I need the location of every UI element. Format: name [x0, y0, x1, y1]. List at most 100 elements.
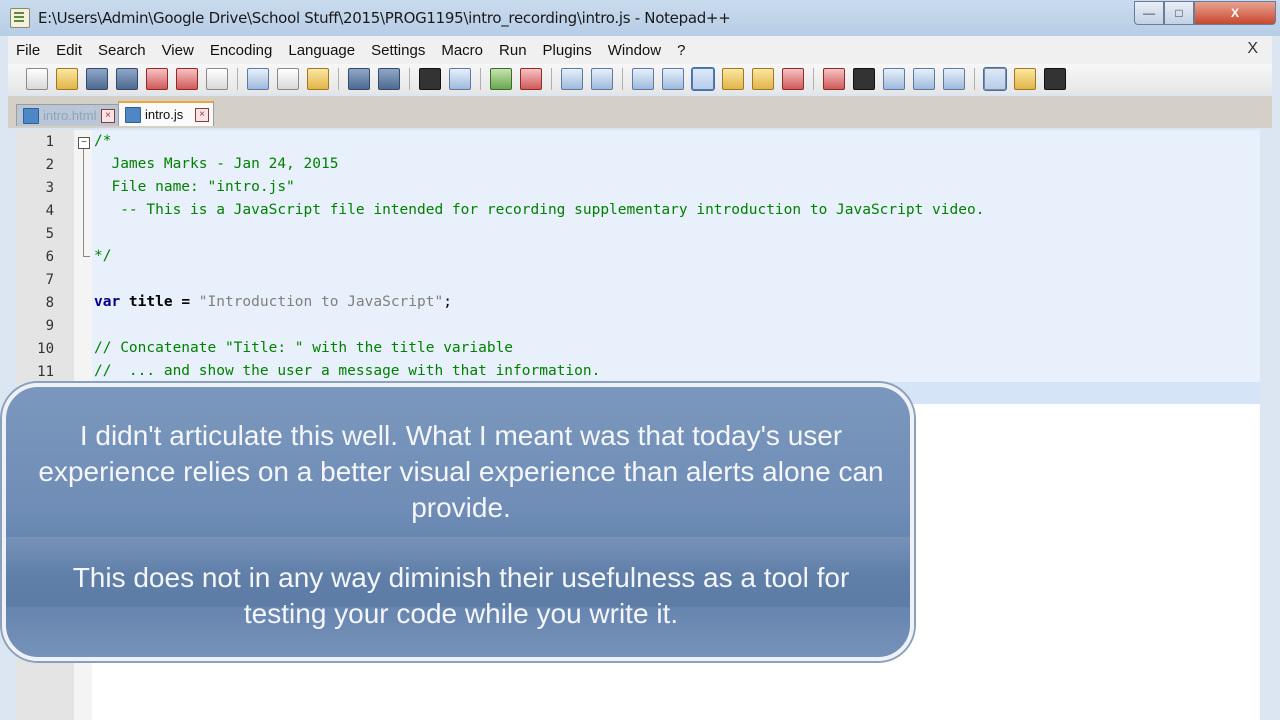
menu-window[interactable]: Window — [600, 42, 669, 59]
menu-file[interactable]: File — [8, 42, 48, 59]
toolbar-separator — [551, 68, 552, 90]
toolbar-separator — [338, 68, 339, 90]
window-title: E:\Users\Admin\Google Drive\School Stuff… — [38, 9, 731, 27]
menu-help[interactable]: ? — [669, 42, 693, 59]
tab-label: intro.js — [145, 107, 184, 122]
keyword-var: var — [94, 294, 121, 310]
maximize-button[interactable]: □ — [1164, 1, 1194, 25]
fold-guide-end — [83, 256, 90, 257]
line-number: 2 — [45, 157, 54, 173]
code-line-var-title: var title = "Introduction to JavaScript"… — [94, 294, 452, 310]
line-number: 5 — [45, 226, 54, 242]
menu-bar: File Edit Search View Encoding Language … — [8, 36, 1272, 64]
menu-view[interactable]: View — [154, 42, 202, 59]
line-number: 1 — [45, 134, 54, 150]
toolbar — [8, 64, 1272, 94]
show-all-chars-icon[interactable] — [662, 68, 684, 90]
annotation-callout: I didn't articulate this well. What I me… — [2, 383, 914, 661]
toolbar-separator — [237, 68, 238, 90]
line-number: 8 — [45, 295, 54, 311]
sync-horizontal-icon[interactable] — [591, 68, 613, 90]
close-file-icon[interactable] — [146, 68, 168, 90]
save-macro-icon[interactable] — [943, 68, 965, 90]
indent-guide-icon[interactable] — [691, 67, 715, 91]
fold-toggle-icon[interactable]: − — [78, 137, 90, 149]
toolbar-separator — [974, 68, 975, 90]
plugin-icon[interactable] — [1044, 68, 1066, 90]
callout-paragraph-1: I didn't articulate this well. What I me… — [38, 420, 884, 523]
copy-icon[interactable] — [277, 68, 299, 90]
play-macro-icon[interactable] — [883, 68, 905, 90]
spell-check-icon[interactable] — [983, 67, 1007, 91]
zoom-out-icon[interactable] — [520, 68, 542, 90]
document-close-button[interactable]: X — [1247, 40, 1258, 58]
code-line: -- This is a JavaScript file intended fo… — [94, 202, 985, 218]
toolbar-separator — [409, 68, 410, 90]
fold-guide — [83, 149, 84, 257]
menu-settings[interactable]: Settings — [363, 42, 433, 59]
line-number: 3 — [45, 180, 54, 196]
undo-icon[interactable] — [348, 68, 370, 90]
notepad-app-icon — [10, 8, 30, 28]
toolbar-separator — [813, 68, 814, 90]
minimize-button[interactable]: — — [1134, 1, 1164, 25]
menu-language[interactable]: Language — [280, 42, 363, 59]
stop-macro-icon[interactable] — [853, 68, 875, 90]
window-close-button[interactable]: X — [1194, 1, 1276, 25]
tab-intro-js[interactable]: intro.js × — [118, 101, 214, 126]
print-icon[interactable] — [206, 68, 228, 90]
code-line: // Concatenate "Title: " with the title … — [94, 340, 514, 356]
replace-icon[interactable] — [449, 68, 471, 90]
sync-vertical-icon[interactable] — [561, 68, 583, 90]
open-file-icon[interactable] — [56, 68, 78, 90]
zoom-in-icon[interactable] — [490, 68, 512, 90]
callout-paragraph-2: This does not in any way diminish their … — [72, 562, 850, 629]
menu-plugins[interactable]: Plugins — [535, 42, 600, 59]
tab-strip: intro.html × intro.js × — [8, 96, 1272, 128]
code-line: /* — [94, 133, 112, 149]
menu-macro[interactable]: Macro — [433, 42, 491, 59]
line-number: 10 — [37, 341, 54, 357]
record-macro-icon[interactable] — [823, 68, 845, 90]
identifier-title: title — [120, 294, 182, 310]
tab-close-icon[interactable]: × — [195, 107, 209, 122]
line-number: 6 — [45, 249, 54, 265]
document-icon — [23, 107, 39, 124]
line-number: 4 — [45, 203, 54, 219]
line-number: 11 — [37, 364, 54, 380]
new-file-icon[interactable] — [26, 68, 48, 90]
menu-edit[interactable]: Edit — [48, 42, 90, 59]
redo-icon[interactable] — [378, 68, 400, 90]
tab-close-icon[interactable]: × — [101, 108, 115, 123]
find-icon[interactable] — [419, 68, 441, 90]
tab-intro-html[interactable]: intro.html × — [16, 104, 120, 126]
function-list-icon[interactable] — [782, 68, 804, 90]
run-macro-multiple-icon[interactable] — [913, 68, 935, 90]
line-number: 9 — [45, 318, 54, 334]
cut-icon[interactable] — [247, 68, 269, 90]
title-bar: E:\Users\Admin\Google Drive\School Stuff… — [0, 0, 1280, 36]
code-line: */ — [94, 248, 112, 264]
save-all-icon[interactable] — [116, 68, 138, 90]
paste-icon[interactable] — [307, 68, 329, 90]
code-line: // ... and show the user a message with … — [94, 363, 601, 379]
tab-label: intro.html — [43, 108, 97, 123]
string-literal: "Introduction to JavaScript" — [190, 294, 444, 310]
menu-run[interactable]: Run — [491, 42, 535, 59]
code-line: James Marks - Jan 24, 2015 — [94, 156, 339, 172]
doc-map-icon[interactable] — [752, 68, 774, 90]
toolbar-separator — [480, 68, 481, 90]
document-icon — [125, 106, 141, 123]
save-icon[interactable] — [86, 68, 108, 90]
menu-search[interactable]: Search — [90, 42, 154, 59]
word-wrap-icon[interactable] — [632, 68, 654, 90]
language-icon[interactable] — [722, 68, 744, 90]
operator-equals: = — [181, 294, 191, 310]
close-all-icon[interactable] — [176, 68, 198, 90]
line-number: 7 — [45, 272, 54, 288]
toolbar-separator — [622, 68, 623, 90]
menu-encoding[interactable]: Encoding — [202, 42, 281, 59]
code-line: File name: "intro.js" — [94, 179, 295, 195]
folder-workspace-icon[interactable] — [1014, 68, 1036, 90]
semicolon: ; — [443, 294, 452, 310]
